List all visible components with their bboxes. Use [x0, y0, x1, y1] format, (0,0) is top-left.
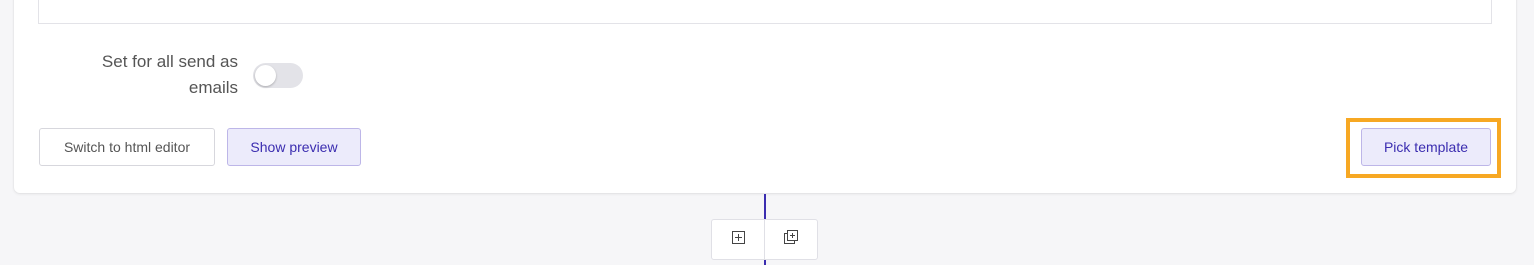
send-as-toggle[interactable]	[253, 63, 303, 88]
add-block-button[interactable]	[712, 220, 764, 259]
duplicate-block-button[interactable]	[764, 220, 817, 259]
switch-to-html-editor-button[interactable]: Switch to html editor	[39, 128, 215, 166]
block-toolbar	[711, 219, 818, 260]
flow-connector-top	[764, 194, 766, 219]
show-preview-button[interactable]: Show preview	[227, 128, 361, 166]
duplicate-plus-icon	[784, 230, 798, 249]
editor-card: Set for all send as emails Switch to htm…	[14, 0, 1516, 193]
flow-connector-bottom	[764, 260, 766, 265]
pick-template-button[interactable]: Pick template	[1361, 128, 1491, 166]
email-body-editor[interactable]	[38, 0, 1492, 24]
toggle-knob	[255, 65, 276, 86]
plus-square-icon	[731, 230, 745, 249]
send-as-setting-label: Set for all send as emails	[101, 52, 238, 97]
